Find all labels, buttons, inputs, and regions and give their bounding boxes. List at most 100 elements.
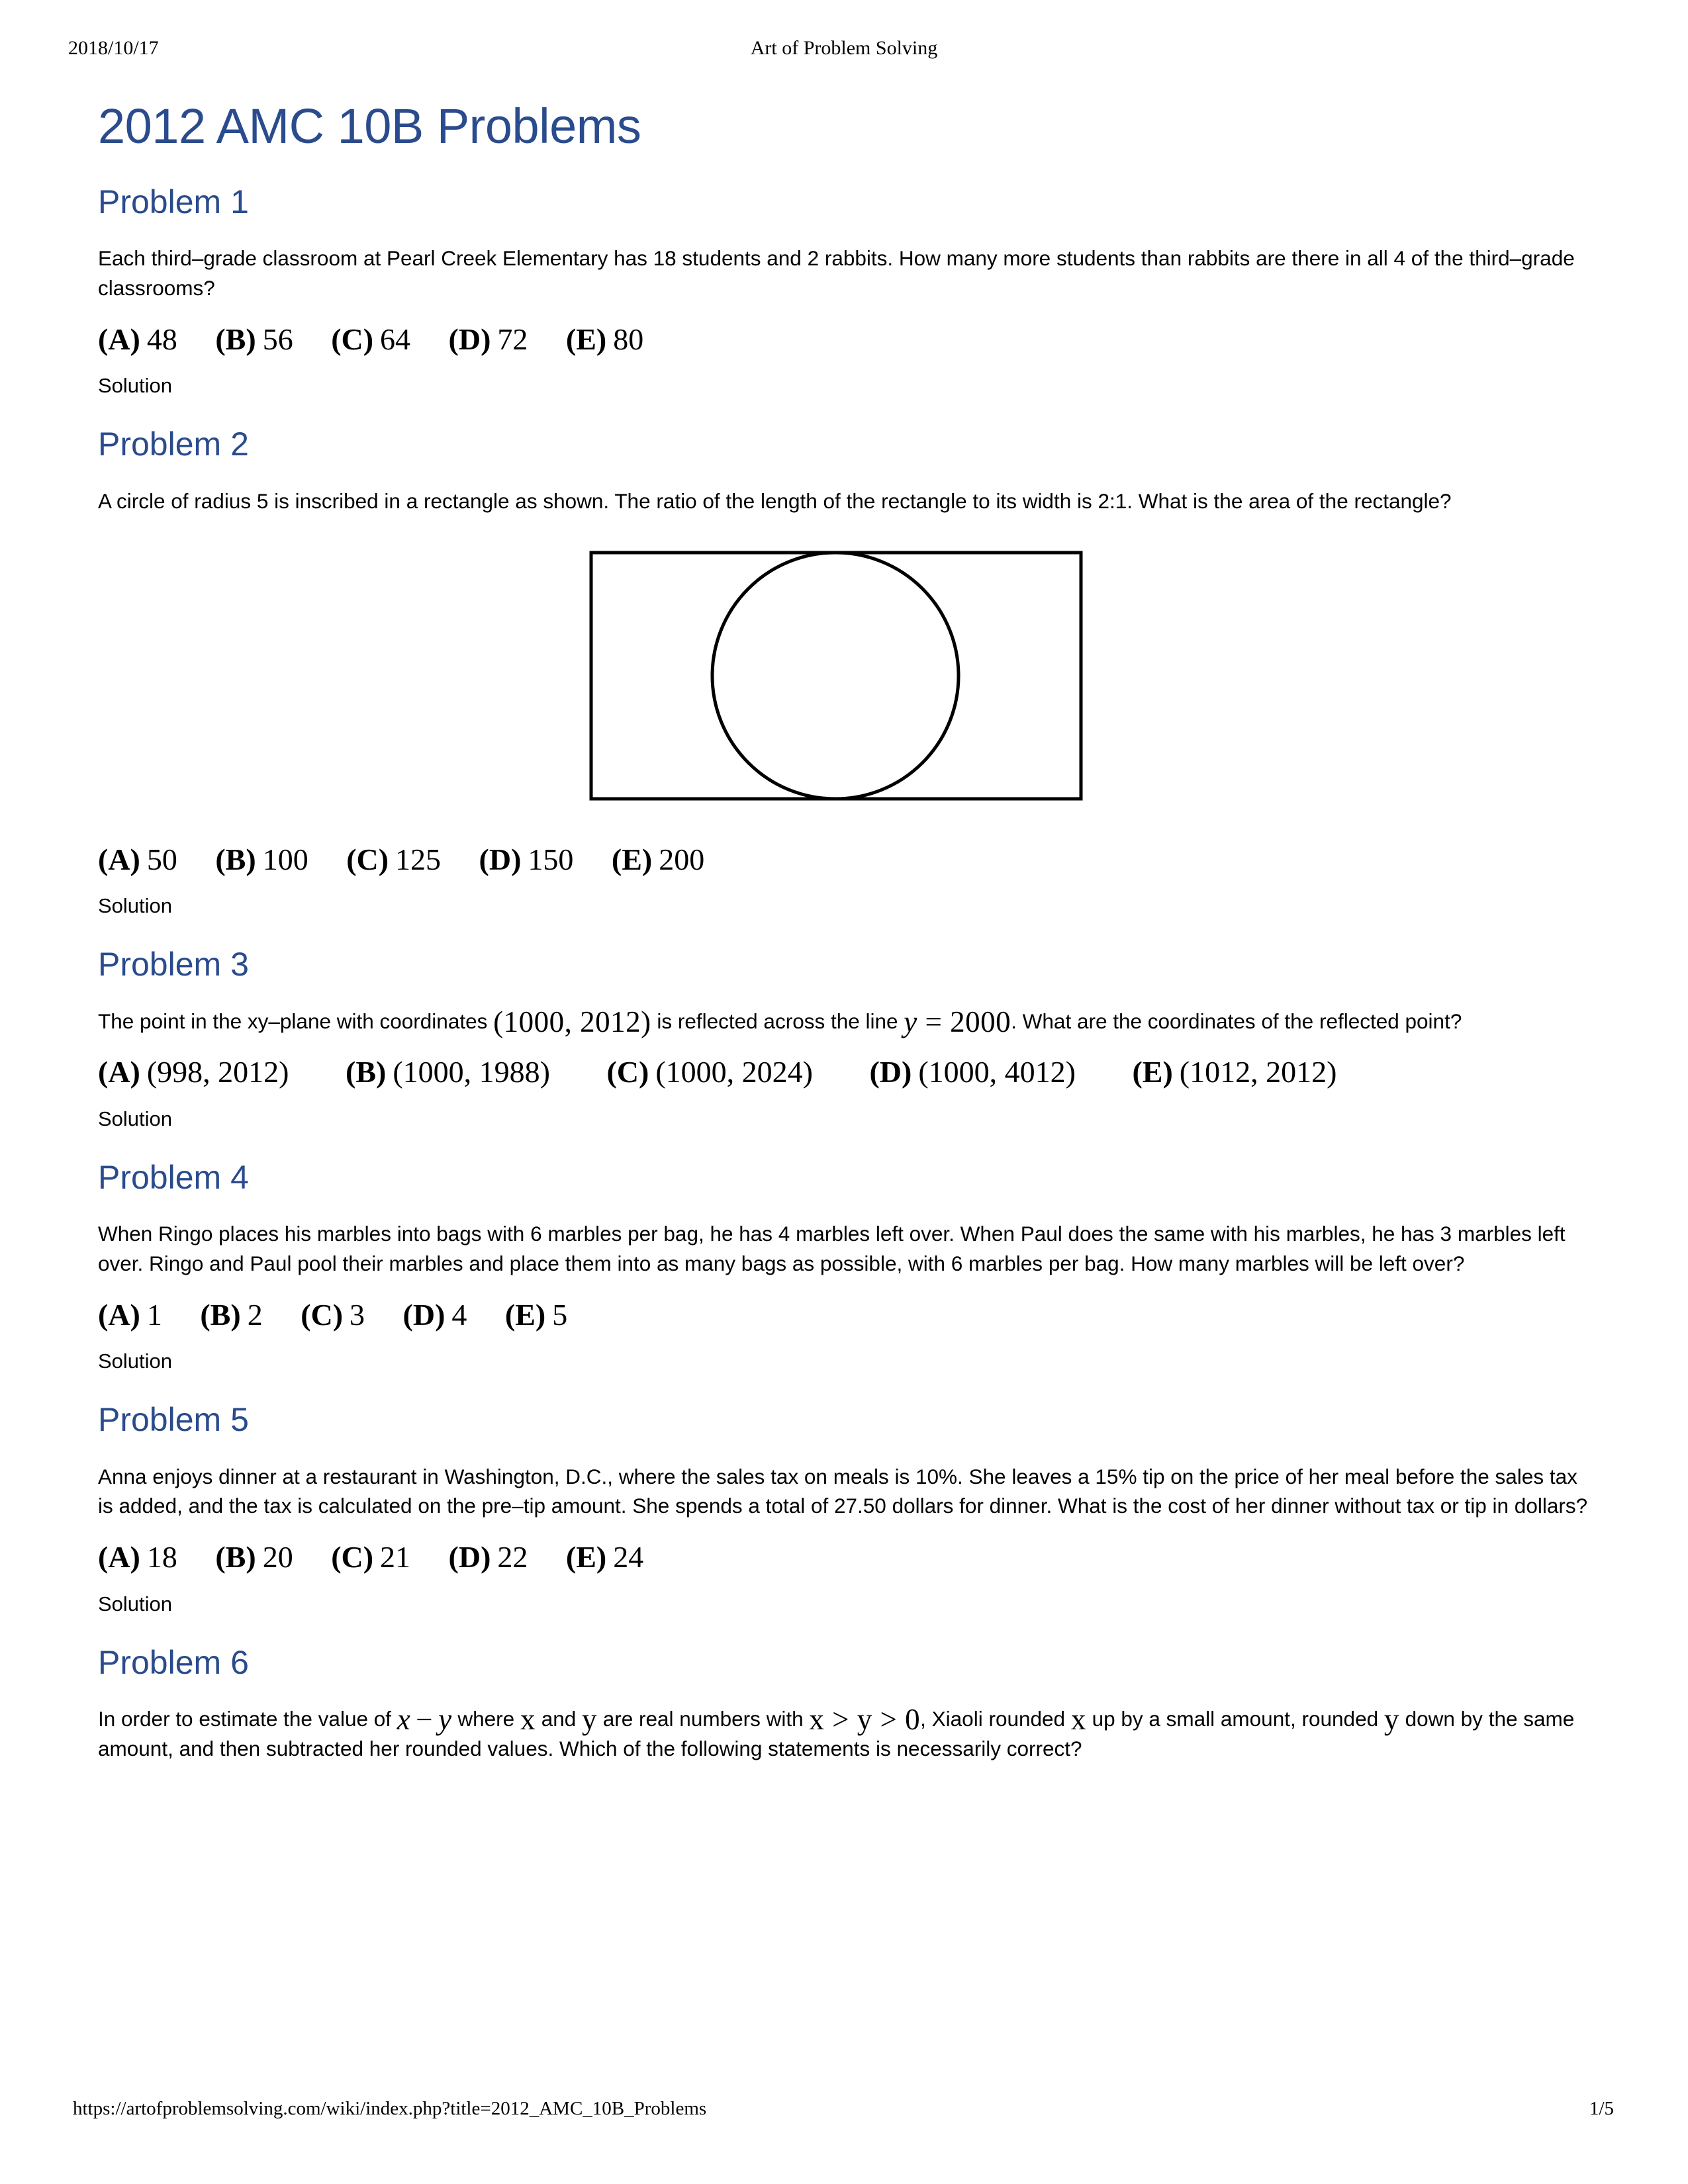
choice-e-label: (E) [611, 842, 653, 876]
choice-c[interactable]: (C) (1000, 2024) [606, 1053, 813, 1091]
figure-rectangle [589, 551, 1083, 801]
math-minus-operator: − [416, 1703, 434, 1737]
problem-1-text: Each third–grade classroom at Pearl Cree… [98, 244, 1594, 302]
problem-5-heading: Problem 5 [98, 1401, 249, 1439]
choice-a-value: 1 [146, 1297, 162, 1332]
math-eq-rest: = 2000 [917, 1005, 1011, 1038]
choice-b-value: 100 [262, 842, 308, 876]
problem-4-line-1: When Ringo places his marbles into bags … [98, 1222, 1280, 1246]
problem-6-math-x: x [520, 1703, 536, 1737]
choice-c[interactable]: (C) 125 [346, 841, 441, 879]
choice-c-label: (C) [331, 1540, 374, 1574]
math-var-y: y [438, 1703, 452, 1737]
problem-3-choices: (A) (998, 2012) (B) (1000, 1988) (C) (1000,… [98, 1053, 1594, 1091]
problem-1-solution-link[interactable]: Solution [98, 374, 1594, 398]
choice-b[interactable]: (B) 2 [200, 1296, 262, 1334]
choice-e[interactable]: (E) 24 [566, 1538, 643, 1576]
problem-5-line-3: What is the cost of her dinner without t… [1057, 1494, 1588, 1518]
choice-c-label: (C) [606, 1055, 649, 1089]
choice-b[interactable]: (B) 20 [215, 1538, 293, 1576]
choice-c-label: (C) [346, 842, 389, 876]
problem-6-seg-3: and [535, 1707, 582, 1731]
circle-inscribed-in-rectangle-svg [589, 551, 1083, 801]
choice-b-label: (B) [346, 1055, 387, 1089]
choice-b[interactable]: (B) 56 [215, 320, 293, 359]
choice-e-value: 200 [659, 842, 705, 876]
problem-5-solution-link[interactable]: Solution [98, 1592, 1594, 1616]
choice-d-label: (D) [402, 1297, 445, 1332]
page-footer: https://artofproblemsolving.com/wiki/ind… [0, 2098, 1688, 2127]
problem-5-choices: (A) 18 (B) 20 (C) 21 (D) 22 (E) 24 [98, 1538, 1594, 1576]
page-title: 2012 AMC 10B Problems [98, 99, 641, 154]
problem-2-solution-link[interactable]: Solution [98, 894, 1594, 918]
choice-e[interactable]: (E) 200 [612, 841, 704, 879]
choice-c-value: 3 [350, 1297, 365, 1332]
choice-d[interactable]: (D) 72 [449, 320, 528, 359]
problem-6-line2-seg-1: rounded [1301, 1707, 1384, 1731]
choice-a-value: 48 [146, 322, 177, 356]
problem-4-choices: (A) 1 (B) 2 (C) 3 (D) 4 (E) 5 [98, 1296, 1594, 1334]
page-header: 2018/10/17 Art of Problem Solving [0, 37, 1688, 68]
choice-e-label: (E) [565, 1540, 607, 1574]
problem-4-heading: Problem 4 [98, 1158, 249, 1196]
choice-b-label: (B) [215, 1540, 256, 1574]
problem-6-heading: Problem 6 [98, 1643, 249, 1681]
header-site-name: Art of Problem Solving [750, 37, 938, 59]
choice-a[interactable]: (A) 1 [98, 1296, 162, 1334]
document-content: 2012 AMC 10B Problems Problem 1 Each thi… [98, 99, 1594, 1769]
choice-c-value: 125 [395, 842, 442, 876]
choice-a-label: (A) [98, 1540, 140, 1574]
choice-a-value: (998, 2012) [146, 1055, 289, 1089]
choice-b-label: (B) [215, 842, 256, 876]
choice-c[interactable]: (C) 3 [301, 1296, 365, 1334]
problem-3-solution-link[interactable]: Solution [98, 1107, 1594, 1131]
choice-a[interactable]: (A) 18 [98, 1538, 177, 1576]
problem-6-math-y: y [582, 1703, 597, 1737]
choice-d[interactable]: (D) 22 [449, 1538, 528, 1576]
problem-2-choices: (A) 50 (B) 100 (C) 125 (D) 150 (E) 200 [98, 841, 1594, 879]
choice-d-label: (D) [869, 1055, 912, 1089]
math-var-x: x [397, 1703, 411, 1737]
choice-a[interactable]: (A) (998, 2012) [98, 1053, 289, 1091]
choice-e-value: 80 [613, 322, 644, 356]
choice-c[interactable]: (C) 64 [331, 320, 410, 359]
problem-6-math-x-2: x [1070, 1703, 1086, 1737]
problem-2-text: A circle of radius 5 is inscribed in a r… [98, 486, 1594, 516]
choice-d[interactable]: (D) (1000, 4012) [869, 1053, 1076, 1091]
choice-b[interactable]: (B) (1000, 1988) [346, 1053, 550, 1091]
choice-a-value: 50 [146, 842, 177, 876]
choice-d-label: (D) [448, 322, 491, 356]
problem-1-line-1: Each third–grade classroom at Pearl Cree… [98, 246, 1340, 271]
problem-3-seg-2: is reflected across the line [651, 1009, 904, 1033]
problem-5-line-1: Anna enjoys dinner at a restaurant in Wa… [98, 1464, 1339, 1488]
problem-2-line-2: the rectangle? [1319, 488, 1452, 513]
problem-3-line-2: reflected point? [1319, 1009, 1462, 1033]
choice-b[interactable]: (B) 100 [215, 841, 308, 879]
choice-c-label: (C) [331, 322, 374, 356]
document-page: 2018/10/17 Art of Problem Solving 2012 A… [0, 0, 1688, 2184]
choice-d[interactable]: (D) 4 [403, 1296, 467, 1334]
problem-2-figure [98, 539, 1594, 823]
choice-e[interactable]: (E) 80 [566, 320, 643, 359]
choice-b-label: (B) [200, 1297, 241, 1332]
footer-url: https://artofproblemsolving.com/wiki/ind… [73, 2098, 707, 2119]
choice-c[interactable]: (C) 21 [331, 1538, 410, 1576]
choice-e[interactable]: (E) 5 [505, 1296, 567, 1334]
choice-a-label: (A) [98, 1297, 140, 1332]
choice-a[interactable]: (A) 50 [98, 841, 177, 879]
choice-a[interactable]: (A) 48 [98, 320, 177, 359]
choice-d[interactable]: (D) 150 [479, 841, 574, 879]
choice-d-value: 72 [497, 322, 528, 356]
math-var-y: y [904, 1005, 917, 1038]
problem-6-line-3: correct? [1006, 1736, 1082, 1760]
choice-e[interactable]: (E) (1012, 2012) [1132, 1053, 1336, 1091]
problem-6-seg-1: In order to estimate the value of [98, 1707, 397, 1731]
choice-e-label: (E) [565, 322, 607, 356]
problem-1-choices: (A) 48 (B) 56 (C) 64 (D) 72 (E) 80 [98, 320, 1594, 359]
problem-3-seg-1: The point in the xy–plane with coordinat… [98, 1009, 494, 1033]
problem-6-seg-2: where [451, 1707, 520, 1731]
problem-3-heading: Problem 3 [98, 946, 249, 983]
choice-d-label: (D) [479, 842, 522, 876]
problem-3-seg-3: . What are the coordinates of the [1011, 1009, 1314, 1033]
problem-4-solution-link[interactable]: Solution [98, 1349, 1594, 1373]
